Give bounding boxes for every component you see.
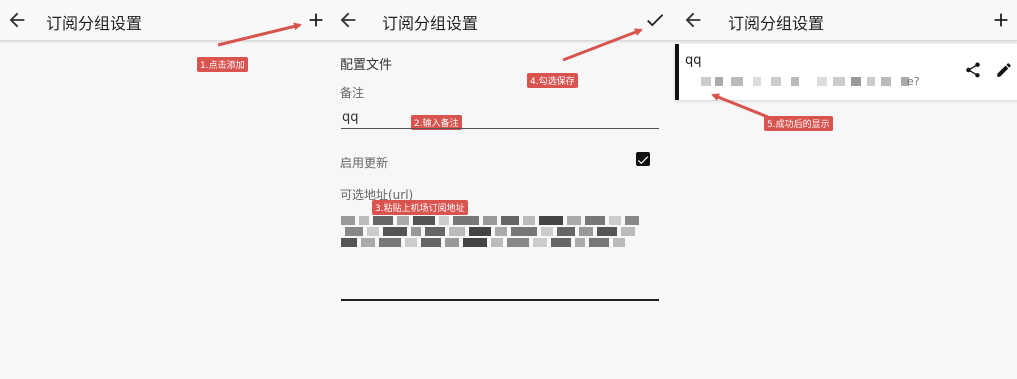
url-input-underline bbox=[341, 299, 659, 301]
screen-empty-list: 订阅分组设置 1.点击添加 bbox=[0, 0, 331, 379]
profile-url-tail: e? bbox=[907, 75, 920, 88]
add-icon[interactable] bbox=[305, 9, 327, 31]
remark-input[interactable]: qq bbox=[342, 110, 359, 125]
enable-update-label: 启用更新 bbox=[340, 156, 389, 170]
screen-edit-profile: 订阅分组设置 配置文件 4.勾选保存 备注 qq 2.输入备注 启用更新 可选地… bbox=[331, 0, 672, 379]
page-title: 订阅分组设置 bbox=[46, 14, 143, 33]
screen-profile-list: 订阅分组设置 qq e? 5.成功后的显示 bbox=[672, 0, 1017, 379]
annotation-click-add: 1.点击添加 bbox=[197, 57, 248, 72]
url-input-blurred[interactable] bbox=[341, 214, 661, 254]
app-bar: 订阅分组设置 bbox=[672, 0, 1017, 41]
blurred-text-line bbox=[341, 238, 641, 247]
checkmark-icon bbox=[637, 156, 649, 165]
profile-list-item[interactable]: qq e? bbox=[675, 44, 1017, 100]
remark-label: 备注 bbox=[340, 86, 365, 100]
blurred-text-line bbox=[341, 227, 641, 236]
back-arrow-icon[interactable] bbox=[682, 9, 704, 31]
remark-input-underline bbox=[341, 128, 659, 129]
back-arrow-icon[interactable] bbox=[337, 9, 359, 31]
app-bar: 订阅分组设置 bbox=[0, 0, 331, 41]
page-title: 订阅分组设置 bbox=[382, 14, 479, 33]
add-icon[interactable] bbox=[990, 9, 1012, 31]
edit-pencil-icon[interactable] bbox=[995, 61, 1013, 79]
share-icon[interactable] bbox=[964, 61, 982, 79]
annotation-success: 5.成功后的显示 bbox=[764, 116, 833, 131]
blurred-text-line bbox=[341, 216, 641, 225]
enable-update-checkbox[interactable] bbox=[636, 152, 650, 166]
annotation-check-save: 4.勾选保存 bbox=[527, 73, 578, 88]
annotation-paste-url: 3.粘贴上机场订阅地址 bbox=[372, 200, 468, 215]
check-icon[interactable] bbox=[644, 9, 666, 31]
section-title: 配置文件 bbox=[340, 58, 393, 73]
profile-url-blurred bbox=[701, 77, 921, 86]
app-bar: 订阅分组设置 bbox=[331, 0, 672, 41]
back-arrow-icon[interactable] bbox=[6, 9, 28, 31]
profile-name: qq bbox=[685, 53, 702, 68]
page-title: 订阅分组设置 bbox=[728, 14, 825, 33]
